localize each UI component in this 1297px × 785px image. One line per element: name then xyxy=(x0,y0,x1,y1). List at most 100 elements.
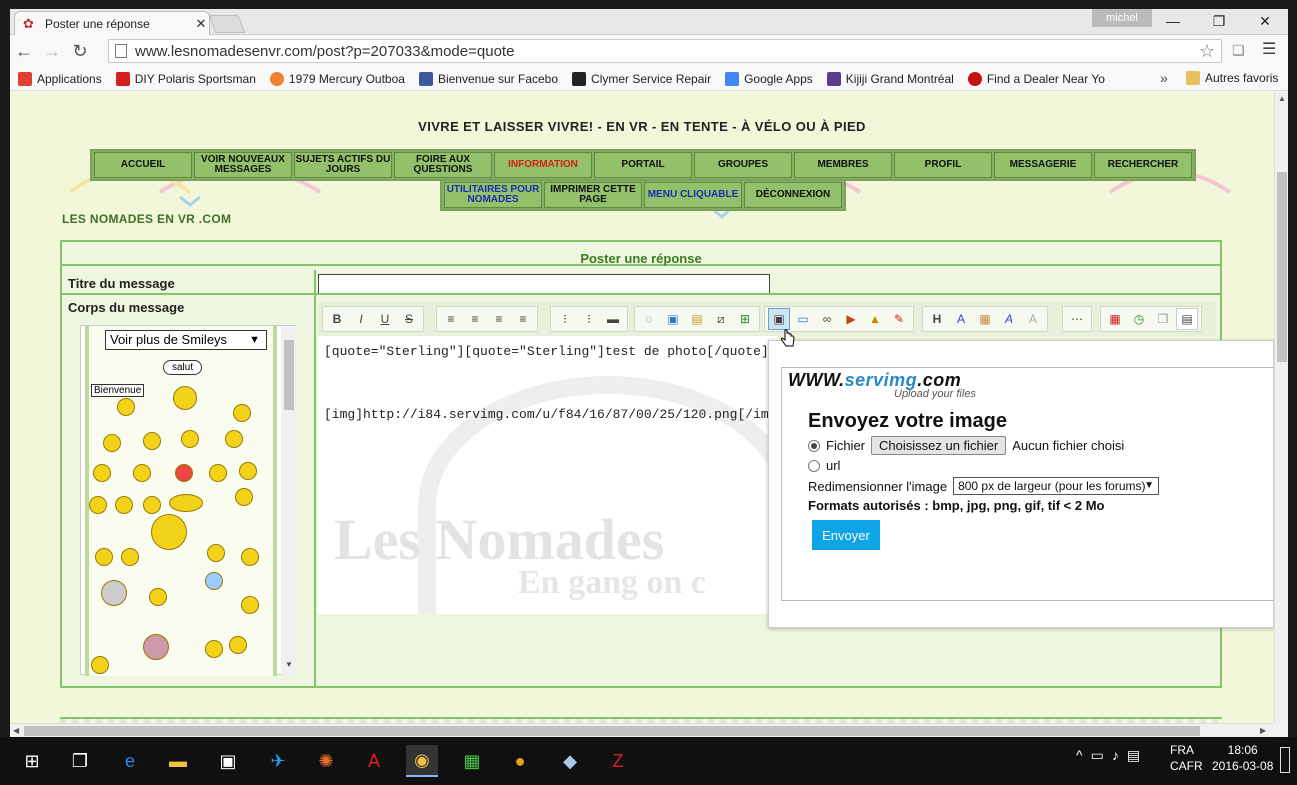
title-input[interactable] xyxy=(318,274,770,294)
italic-icon[interactable]: I xyxy=(350,308,372,330)
smiley[interactable] xyxy=(169,494,203,512)
link-icon[interactable]: ∞ xyxy=(816,308,838,330)
profile-badge[interactable]: michel xyxy=(1092,9,1152,27)
smiley[interactable] xyxy=(205,572,223,590)
code-icon[interactable]: ▣ xyxy=(662,308,684,330)
smiley[interactable] xyxy=(207,544,225,562)
reload-icon[interactable]: ↻ xyxy=(66,41,94,62)
nav-menu-cliquable[interactable]: MENU CLIQUABLE xyxy=(644,182,742,208)
tray-expand-icon[interactable]: ^ xyxy=(1076,747,1083,764)
smiley[interactable] xyxy=(143,634,169,660)
bookmark-item[interactable]: Clymer Service Repair xyxy=(572,71,711,86)
forward-icon[interactable]: → xyxy=(38,41,66,62)
smiley[interactable] xyxy=(115,496,133,514)
scroll-up-icon[interactable]: ▲ xyxy=(1278,94,1286,103)
spoiler-icon[interactable]: ▤ xyxy=(686,308,708,330)
extension-icon[interactable]: ❏ xyxy=(1232,42,1245,59)
copy-icon[interactable]: ❐ xyxy=(1152,308,1174,330)
page-vertical-scrollbar[interactable]: ▲ xyxy=(1274,92,1288,723)
other-bookmarks-folder[interactable]: Autres favoris xyxy=(1186,71,1278,85)
minimize-button[interactable]: — xyxy=(1150,9,1196,35)
back-icon[interactable]: ← xyxy=(10,41,38,62)
smiley[interactable] xyxy=(91,656,109,674)
smiley-large[interactable] xyxy=(151,514,187,550)
smiley[interactable] xyxy=(121,548,139,566)
url-text[interactable]: www.lesnomadesenvr.com/post?p=207033&mod… xyxy=(135,43,514,60)
smiley[interactable] xyxy=(209,464,227,482)
hr-icon[interactable]: ▬ xyxy=(602,308,624,330)
chrome-icon[interactable]: ◉ xyxy=(406,745,438,777)
flash-icon[interactable]: ▲ xyxy=(864,308,886,330)
bookmark-item[interactable]: Google Apps xyxy=(725,71,813,86)
smiley[interactable] xyxy=(241,548,259,566)
numbered-list-icon[interactable]: ⁝ xyxy=(578,308,600,330)
acrobat-icon[interactable]: A xyxy=(358,745,390,777)
smiley-salut[interactable] xyxy=(173,386,197,410)
app-icon[interactable]: ✈ xyxy=(262,745,294,777)
strike-icon[interactable]: S xyxy=(398,308,420,330)
quote-icon[interactable]: ◌ xyxy=(638,308,660,330)
smiley[interactable] xyxy=(175,464,193,482)
smiley[interactable] xyxy=(239,462,257,480)
more-icon[interactable]: ⋯ xyxy=(1066,308,1088,330)
font-size-icon[interactable]: A xyxy=(950,308,972,330)
time-icon[interactable]: ◷ xyxy=(1128,308,1150,330)
task-view-icon[interactable]: ❐ xyxy=(64,745,96,777)
network-icon[interactable]: ▭ xyxy=(1091,747,1104,764)
nav-imprimer[interactable]: IMPRIMER CETTE PAGE xyxy=(544,182,642,208)
smiley[interactable] xyxy=(181,430,199,448)
smiley[interactable] xyxy=(229,636,247,654)
scrollbar-thumb[interactable] xyxy=(1277,172,1287,362)
remove-format-icon[interactable]: A xyxy=(1022,308,1044,330)
align-left-icon[interactable]: ≡ xyxy=(440,308,462,330)
input-language[interactable]: FRA CAFR xyxy=(1170,742,1203,774)
justify-icon[interactable]: ≡ xyxy=(512,308,534,330)
nav-accueil[interactable]: ACCUEIL xyxy=(94,152,192,178)
nav-portail[interactable]: PORTAIL xyxy=(594,152,692,178)
scrollbar-thumb[interactable] xyxy=(24,726,1200,736)
smiley[interactable] xyxy=(235,488,253,506)
hide-icon[interactable]: ⧄ xyxy=(710,308,732,330)
bookmark-item[interactable]: DIY Polaris Sportsman xyxy=(115,71,256,86)
page-horizontal-scrollbar[interactable]: ◀ ▶ xyxy=(10,723,1274,737)
nav-sujets-actifs[interactable]: SUJETS ACTIFS DU JOURS xyxy=(294,152,392,178)
nav-rechercher[interactable]: RECHERCHER xyxy=(1094,152,1192,178)
file-explorer-icon[interactable]: ▬ xyxy=(162,745,194,777)
nav-messagerie[interactable]: MESSAGERIE xyxy=(994,152,1092,178)
filezilla-icon[interactable]: Z xyxy=(602,745,634,777)
underline-icon[interactable]: U xyxy=(374,308,396,330)
image-icon[interactable]: ▭ xyxy=(792,308,814,330)
message-body-editor[interactable]: Les Nomades En gang on c [quote="Sterlin… xyxy=(318,336,778,614)
source-icon[interactable]: ▤ xyxy=(1176,308,1198,330)
store-icon[interactable]: ▣ xyxy=(212,745,244,777)
smiley[interactable] xyxy=(95,548,113,566)
smiley-bubble[interactable]: salut xyxy=(163,360,203,375)
align-right-icon[interactable]: ≡ xyxy=(488,308,510,330)
app-icon[interactable]: ● xyxy=(504,745,536,777)
nav-voir-nouveaux-messages[interactable]: VOIR NOUVEAUX MESSAGES xyxy=(194,152,292,178)
nav-membres[interactable]: MEMBRES xyxy=(794,152,892,178)
smileys-select[interactable]: Voir plus de Smileys ▼ xyxy=(105,330,267,350)
smiley[interactable] xyxy=(205,640,223,658)
file-radio[interactable] xyxy=(808,439,820,452)
youtube-icon[interactable]: ▶ xyxy=(840,308,862,330)
smiley[interactable] xyxy=(93,464,111,482)
app-icon[interactable]: ▦ xyxy=(456,745,488,777)
smiley[interactable] xyxy=(241,596,259,614)
heading-icon[interactable]: H xyxy=(926,308,948,330)
maximize-button[interactable]: ❐ xyxy=(1196,9,1242,35)
edge-icon[interactable]: e xyxy=(114,745,146,777)
smiley[interactable] xyxy=(225,430,243,448)
smiley[interactable] xyxy=(89,496,107,514)
bookmarks-more-button[interactable]: » xyxy=(1160,70,1168,86)
nav-profil[interactable]: PROFIL xyxy=(894,152,992,178)
action-center-icon[interactable]: ▤ xyxy=(1127,747,1140,764)
bold-icon[interactable]: B xyxy=(326,308,348,330)
scroll-right-icon[interactable]: ▶ xyxy=(1260,726,1266,735)
bookmark-item[interactable]: Find a Dealer Near Yo xyxy=(967,71,1105,86)
url-radio[interactable] xyxy=(808,459,820,472)
smiley[interactable] xyxy=(149,588,167,606)
smiley[interactable] xyxy=(143,432,161,450)
scroll-left-icon[interactable]: ◀ xyxy=(13,726,19,735)
menu-icon[interactable]: ☰ xyxy=(1262,39,1276,59)
